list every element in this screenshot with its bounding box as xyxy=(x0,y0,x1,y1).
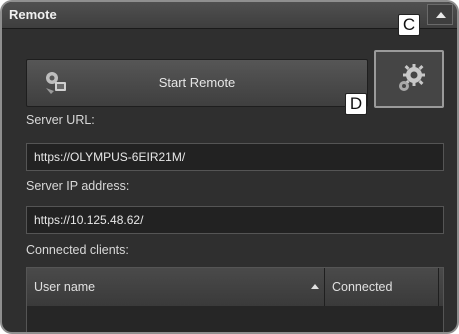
column-user-name-label: User name xyxy=(34,280,96,294)
gear-icon xyxy=(399,64,425,91)
server-url-field[interactable]: https://OLYMPUS-6EIR21M/ xyxy=(26,143,444,171)
panel-title: Remote xyxy=(9,7,57,22)
collapse-button[interactable] xyxy=(427,4,453,25)
connected-clients-label: Connected clients: xyxy=(26,243,129,257)
connected-clients-table: User name Connected xyxy=(26,267,444,332)
start-remote-button[interactable]: Start Remote xyxy=(26,59,368,107)
callout-d: D xyxy=(345,93,367,115)
server-url-label: Server URL: xyxy=(26,113,95,127)
callout-c: C xyxy=(398,14,420,36)
remote-settings-button[interactable] xyxy=(374,50,444,108)
remote-panel: Remote Start Remote Server URL: https://… xyxy=(0,0,459,334)
column-header-user-name[interactable]: User name xyxy=(27,268,325,306)
server-ip-field[interactable]: https://10.125.48.62/ xyxy=(26,206,444,234)
sort-ascending-icon xyxy=(311,284,319,289)
panel-titlebar: Remote xyxy=(2,2,457,29)
column-header-connected[interactable]: Connected xyxy=(325,268,439,306)
column-header-filler xyxy=(439,268,443,306)
column-connected-label: Connected xyxy=(332,280,393,294)
start-remote-label: Start Remote xyxy=(158,75,236,90)
server-ip-label: Server IP address: xyxy=(26,179,130,193)
